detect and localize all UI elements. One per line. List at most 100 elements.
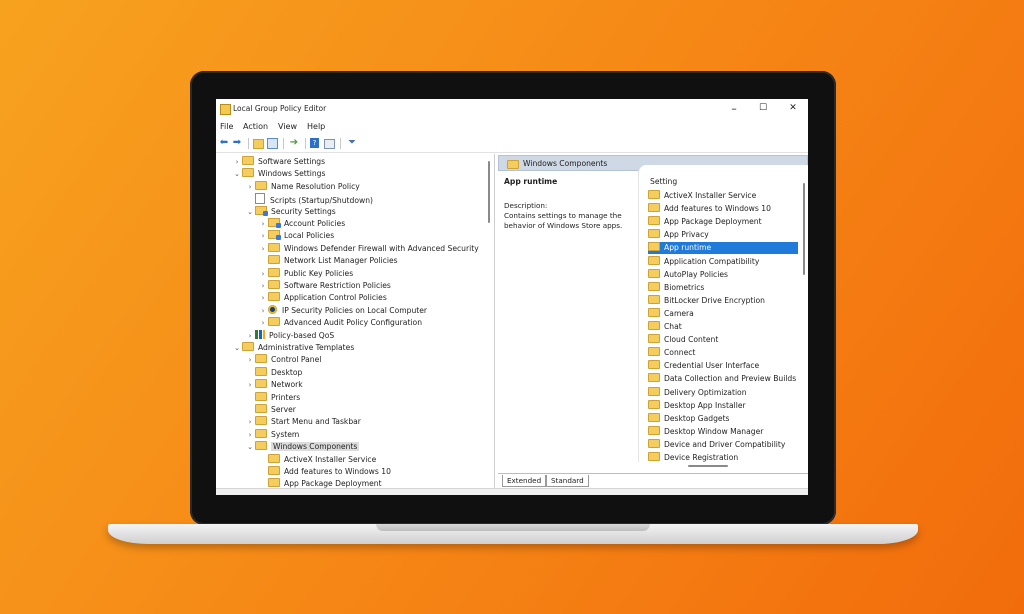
folder-icon [507,160,519,169]
chevron-right-icon[interactable]: › [258,292,268,304]
setting-list-item-label: App Privacy [664,230,709,240]
setting-list-item[interactable]: ActiveX Installer Service [648,190,798,202]
setting-list-item[interactable]: Data Collection and Preview Builds [648,373,798,385]
export-list-icon[interactable]: ➔ [288,137,300,149]
toolbar: ⬅ ➡ ➔ ? ⏷ [216,135,808,153]
setting-list-item[interactable]: Connect [648,347,798,359]
chevron-right-icon[interactable]: › [245,429,255,441]
filter-icon[interactable]: ⏷ [346,137,358,149]
setting-list-item[interactable]: App Package Deployment [648,216,798,228]
menu-help[interactable]: Help [307,122,325,131]
tree-item[interactable]: › Name Resolution Policy [245,180,360,193]
detail-header-title: Windows Components [523,159,608,168]
properties-view-icon[interactable] [324,139,335,149]
setting-list-item-label: Chat [664,322,682,331]
tree-item[interactable]: Printers [245,391,300,404]
setting-list-item-label: Desktop Gadgets [664,413,730,423]
tree-item[interactable]: › Public Key Policies [258,267,353,280]
list-scrollbar[interactable] [803,183,805,275]
tree-item[interactable]: › Policy-based QoS [245,329,334,342]
tree-item-label: Software Restriction Policies [284,281,391,290]
up-folder-icon[interactable] [253,139,264,149]
setting-list-item[interactable]: App Privacy [648,229,798,241]
tree-item[interactable]: › IP Security Policies on Local Computer [258,304,427,317]
folder-icon [648,412,660,422]
tree-item[interactable]: ⌄ Windows Settings [232,168,325,180]
menu-bar: File Action View Help [216,120,808,133]
setting-list-item-label: Application Compatibility [664,256,760,266]
tree-item[interactable]: › Advanced Audit Policy Configuration [258,317,422,329]
column-header-setting[interactable]: Setting [650,177,677,186]
tab-standard[interactable]: Standard [546,475,589,487]
chevron-right-icon[interactable]: › [258,243,268,255]
menu-view[interactable]: View [278,122,297,131]
setting-list-item[interactable]: Desktop App Installer [648,399,798,412]
chevron-right-icon[interactable]: › [245,379,255,391]
tree-item[interactable]: Network List Manager Policies [258,255,398,267]
folder-icon [648,229,660,239]
chevron-right-icon[interactable]: › [258,268,268,280]
chevron-right-icon[interactable]: › [258,230,268,242]
description-line: Contains settings to manage the [504,211,622,220]
chevron-down-icon[interactable]: ⌄ [232,342,242,354]
setting-list-item[interactable]: Delivery Optimization [648,386,798,399]
tab-extended[interactable]: Extended [502,475,547,487]
tree-item[interactable]: › System [245,428,299,441]
setting-list-item[interactable]: Camera [648,307,798,320]
setting-list-item[interactable]: App runtime [648,242,798,255]
minimize-button[interactable]: – [720,101,748,116]
chevron-right-icon[interactable]: › [232,156,242,168]
setting-list-item[interactable]: Credential User Interface [648,360,798,372]
tree-item[interactable]: Server [245,404,296,416]
chevron-right-icon[interactable]: › [258,280,268,292]
setting-list-item[interactable]: Application Compatibility [648,255,798,268]
setting-list-item[interactable]: Add features to Windows 10 [648,203,798,215]
setting-list-item[interactable]: Desktop Gadgets [648,412,798,425]
tree-item[interactable]: › Account Policies [258,218,345,230]
setting-list-item[interactable]: Biometrics [648,281,798,294]
tree-item[interactable]: › Control Panel [245,354,321,366]
setting-list-item[interactable]: Chat [648,321,798,333]
menu-action[interactable]: Action [243,122,268,131]
tree-item[interactable]: › Local Policies [258,230,334,242]
tree-item[interactable]: › Start Menu and Taskbar [245,416,361,428]
setting-list-item[interactable]: AutoPlay Policies [648,268,798,281]
close-button[interactable]: ✕ [779,101,807,116]
setting-list-item[interactable]: Device Registration [648,452,798,464]
tree-item[interactable]: › Software Settings [232,156,325,168]
chevron-right-icon[interactable]: › [245,330,255,342]
setting-list-item[interactable]: Device and Driver Compatibility [648,438,798,451]
chevron-right-icon[interactable]: › [245,181,255,193]
setting-list-item[interactable]: Desktop Window Manager [648,425,798,438]
tree-item[interactable]: ⌄ Security Settings [245,205,336,218]
setting-list-item[interactable]: Cloud Content [648,334,798,346]
setting-list-item[interactable]: BitLocker Drive Encryption [648,294,798,307]
tree-item[interactable]: Add features to Windows 10 [258,466,391,478]
show-hide-tree-icon[interactable] [267,138,278,149]
chevron-right-icon[interactable]: › [258,317,268,329]
chevron-right-icon[interactable]: › [245,416,255,428]
tree-item[interactable]: Scripts (Startup/Shutdown) [245,193,373,205]
tree-item[interactable]: ⌄ Windows Components [245,441,360,453]
tree-item[interactable]: ⌄ Administrative Templates [232,342,354,354]
tree-item[interactable]: Desktop [245,366,302,379]
chevron-right-icon[interactable]: › [258,305,268,317]
maximize-button[interactable]: ☐ [749,101,777,116]
tree-item[interactable]: › Windows Defender Firewall with Advanced… [258,242,479,255]
list-horizontal-scrollbar[interactable] [688,465,728,467]
forward-arrow-icon[interactable]: ➡ [231,137,243,149]
tree-scrollbar[interactable] [488,161,490,223]
back-arrow-icon[interactable]: ⬅ [218,137,230,149]
menu-file[interactable]: File [220,122,233,131]
chevron-down-icon[interactable]: ⌄ [245,206,255,218]
toolbar-separator [248,138,249,149]
tree-item[interactable]: › Software Restriction Policies [258,280,391,292]
tree-item[interactable]: › Application Control Policies [258,292,387,304]
tree-item[interactable]: ActiveX Installer Service [258,453,376,466]
chevron-right-icon[interactable]: › [245,354,255,366]
chevron-down-icon[interactable]: ⌄ [245,441,255,453]
chevron-down-icon[interactable]: ⌄ [232,168,242,180]
chevron-right-icon[interactable]: › [258,218,268,230]
tree-item[interactable]: › Network [245,379,303,391]
help-icon[interactable]: ? [310,138,319,148]
